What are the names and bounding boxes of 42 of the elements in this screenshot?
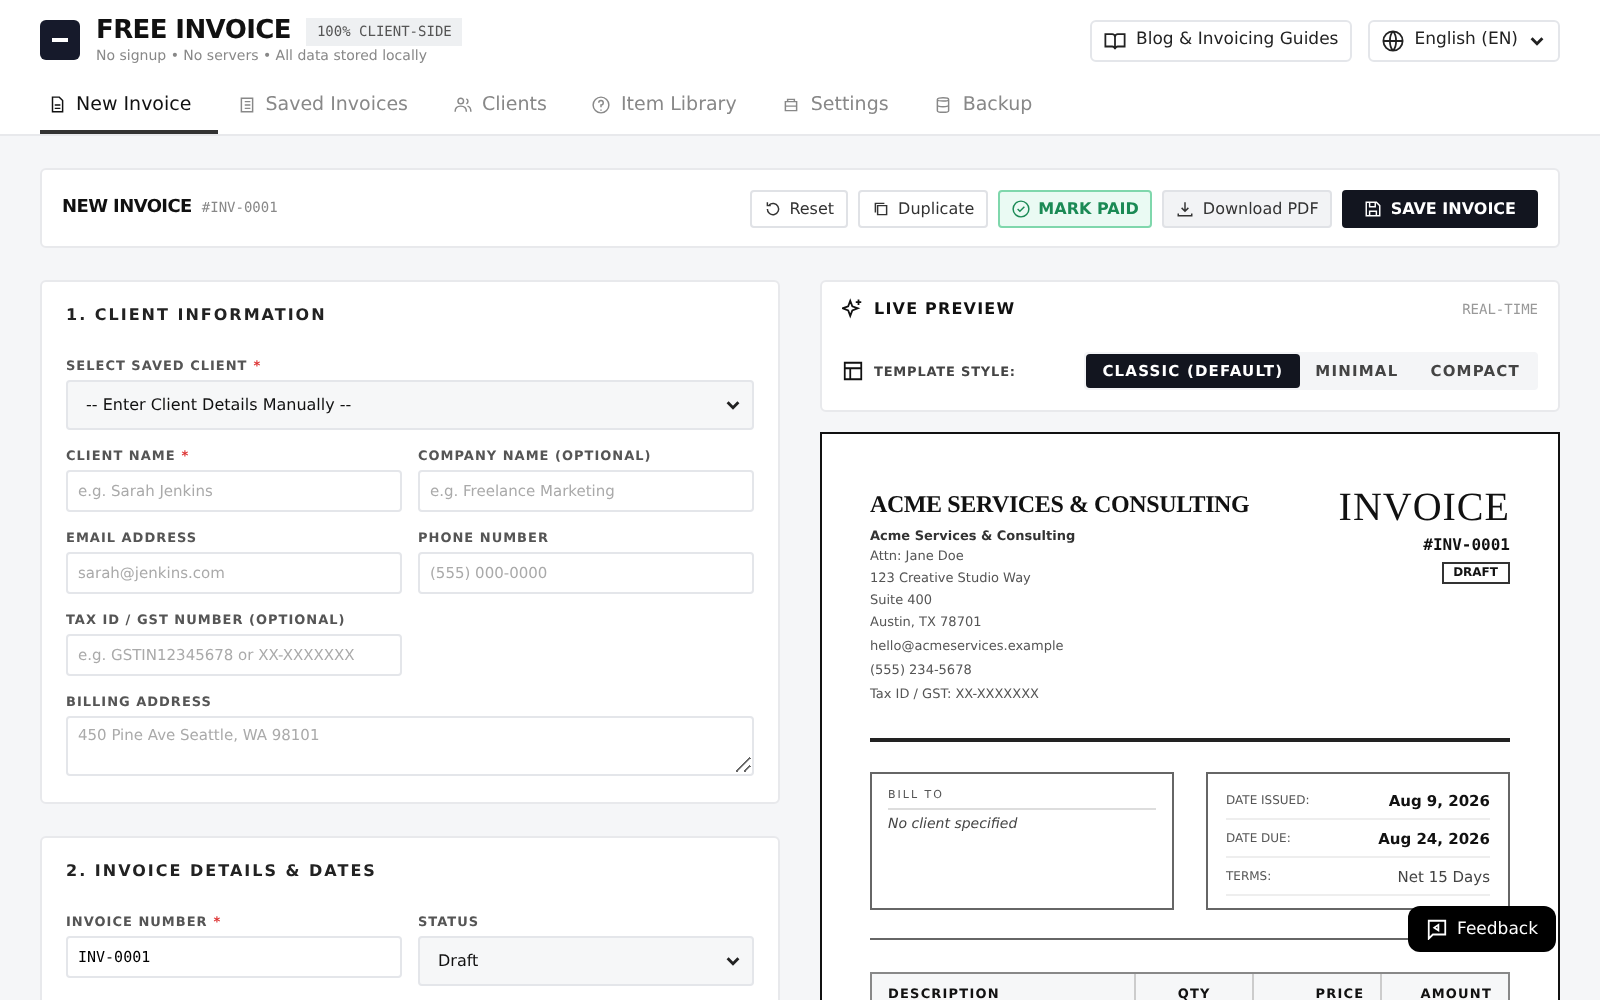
preview-title: LIVE PREVIEW bbox=[874, 300, 1016, 318]
document-invoice-number: #INV-0001 bbox=[1423, 536, 1510, 554]
feedback-button[interactable]: Feedback bbox=[1407, 906, 1556, 952]
chevron-down-icon bbox=[724, 952, 742, 970]
layout-icon bbox=[842, 360, 864, 382]
database-icon bbox=[934, 96, 953, 114]
globe-icon bbox=[1382, 29, 1405, 51]
invoice-title: INVOICE bbox=[1338, 486, 1510, 532]
book-icon bbox=[1104, 29, 1127, 51]
download-pdf-button[interactable]: Download PDF bbox=[1162, 189, 1333, 227]
section-heading: 2. INVOICE DETAILS & DATES bbox=[66, 862, 379, 880]
chevron-down-icon bbox=[724, 396, 742, 414]
nav-tab[interactable]: Item Library bbox=[584, 80, 763, 134]
sparkle-icon bbox=[842, 298, 864, 320]
nav-tab[interactable]: Settings bbox=[774, 80, 915, 134]
duplicate-button[interactable]: Duplicate bbox=[858, 189, 989, 227]
nav-tab[interactable]: Backup bbox=[926, 80, 1059, 134]
reset-button[interactable]: Reset bbox=[749, 189, 849, 227]
download-icon bbox=[1176, 199, 1195, 217]
mark-paid-button[interactable]: MARK PAID bbox=[998, 189, 1153, 227]
nav-tab[interactable]: Clients bbox=[446, 80, 573, 134]
nav-tab[interactable]: New Invoice bbox=[40, 80, 218, 134]
nav-tab[interactable]: Saved Invoices bbox=[229, 80, 435, 134]
document-icon bbox=[48, 96, 66, 114]
reset-icon bbox=[763, 199, 782, 217]
save-invoice-button[interactable]: SAVE INVOICE bbox=[1342, 189, 1538, 227]
message-icon bbox=[1425, 918, 1448, 940]
company-heading: ACME SERVICES & CONSULTING bbox=[870, 490, 1250, 520]
page-title: NEW INVOICE bbox=[62, 198, 192, 218]
list-icon bbox=[237, 96, 256, 114]
language-dropdown[interactable]: English (EN) bbox=[1368, 19, 1560, 61]
save-icon bbox=[1364, 199, 1383, 217]
briefcase-icon bbox=[782, 96, 801, 114]
users-icon bbox=[454, 96, 473, 114]
select-field[interactable]: -- Enter Client Details Manually -- bbox=[66, 380, 754, 430]
logo-icon bbox=[40, 20, 80, 60]
chevron-down-icon bbox=[1528, 31, 1546, 49]
select-field[interactable]: Draft bbox=[418, 936, 754, 986]
copy-icon bbox=[872, 199, 891, 217]
guides-link[interactable]: Blog & Invoicing Guides bbox=[1090, 19, 1353, 61]
section-heading: 1. CLIENT INFORMATION bbox=[66, 306, 329, 324]
app-title: FREE INVOICE bbox=[96, 16, 291, 46]
